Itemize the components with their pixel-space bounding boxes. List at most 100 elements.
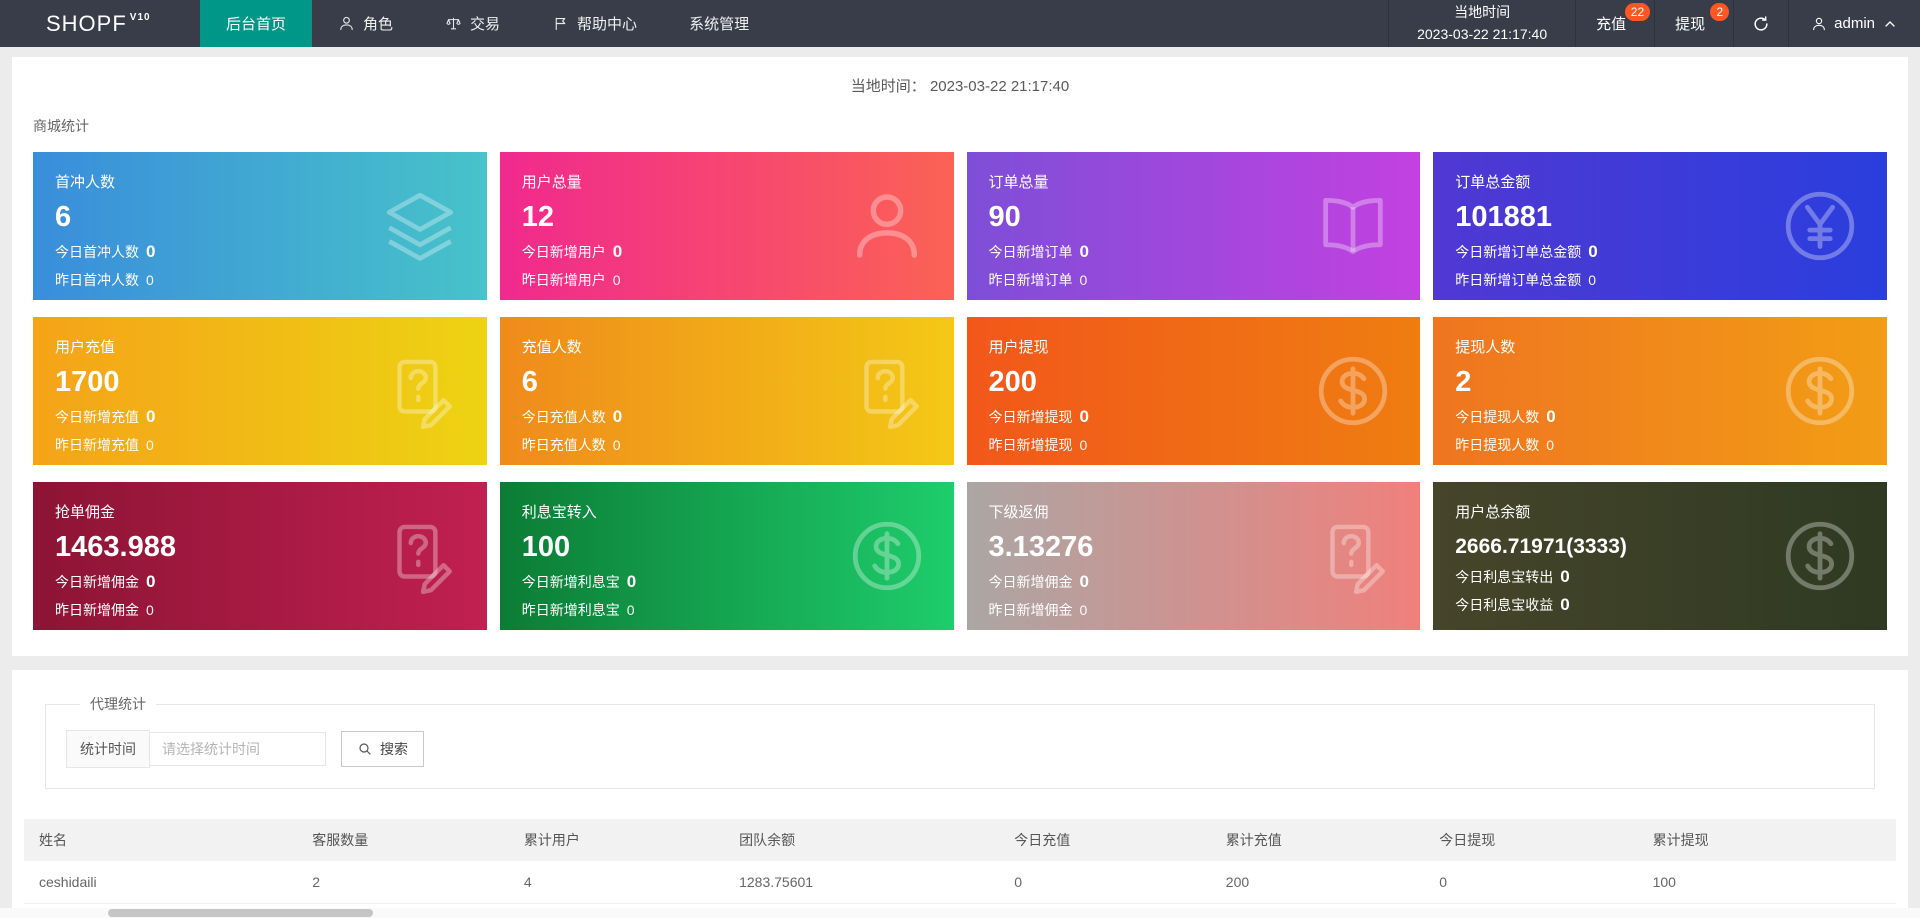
table-cell: 1283.75601	[724, 861, 1000, 904]
mall-stats-panel: 当地时间： 2023-03-22 21:17:40 商城统计 首冲人数 6 今日…	[12, 57, 1908, 656]
stat-card: 充值人数 6 今日充值人数 0 昨日充值人数 0	[499, 317, 954, 465]
refresh-icon	[1752, 15, 1770, 33]
stat-card-yesterday-line: 昨日新增用户 0	[521, 272, 621, 288]
stat-time-input[interactable]	[150, 732, 326, 766]
scales-icon	[445, 15, 462, 32]
table-cell: ceshidaili	[24, 861, 298, 904]
table-cell: 4	[508, 861, 725, 904]
time-bar-label: 当地时间：	[850, 78, 926, 95]
horizontal-scrollbar-thumb[interactable]	[108, 909, 373, 917]
nav-item-label: 系统管理	[689, 16, 750, 33]
stat-card: 下级返佣 3.13276 今日新增佣金 0 昨日新增佣金 0	[966, 482, 1421, 630]
stat-cards-grid: 首冲人数 6 今日首冲人数 0 昨日首冲人数 0 用户总量 12 今日新增用户 0 昨…	[12, 152, 1908, 656]
time-bar-value: 2023-03-22 21:17:40	[929, 78, 1070, 95]
edit-icon	[379, 350, 461, 432]
layers-icon	[379, 185, 461, 267]
horizontal-scrollbar[interactable]	[0, 908, 1920, 918]
table-cell: 0	[999, 861, 1211, 904]
agent-table-header-row: 姓名 客服数量 累计用户 团队余额 今日充值 累计充值 今日提现 累计提现	[24, 819, 1896, 861]
main-menu: 后台首页 角色 交易 帮助中心 系统管理	[200, 0, 775, 47]
chevron-up-icon	[1882, 16, 1898, 32]
column-header: 累计充值	[1210, 819, 1425, 861]
agent-stats-fieldset: 代理统计 统计时间 搜索	[45, 694, 1875, 789]
book-icon	[1312, 185, 1394, 267]
table-cell: 2	[297, 861, 509, 904]
dollar-icon	[1779, 515, 1861, 597]
mall-stats-title: 商城统计	[33, 118, 89, 134]
local-time-display: 当地时间 2023-03-22 21:17:40	[1388, 0, 1575, 47]
nav-item-label: 交易	[470, 16, 501, 33]
stat-card-yesterday-line: 昨日新增订单总金额 0	[1455, 272, 1597, 288]
edit-icon	[1312, 515, 1394, 597]
column-header: 团队余额	[724, 819, 1000, 861]
nav-item-system[interactable]: 系统管理	[663, 0, 775, 47]
navbar: SHOPF V10 后台首页 角色 交易 帮助中心 系统管理 当地时间 2023-…	[0, 0, 1920, 47]
stat-card-yesterday-line: 昨日充值人数 0	[521, 437, 621, 453]
agent-stats-panel: 代理统计 统计时间 搜索 姓名客服数量累计用户团队余额今日充值累计充值今日提现累…	[12, 670, 1908, 918]
table-cell: 200	[1210, 861, 1425, 904]
dollar-icon	[846, 515, 928, 597]
yen-icon	[1779, 185, 1861, 267]
agent-search-form: 统计时间 搜索	[66, 730, 1854, 768]
search-button-label: 搜索	[380, 741, 408, 757]
username: admin	[1834, 15, 1875, 32]
refresh-button[interactable]	[1733, 0, 1788, 47]
search-button[interactable]: 搜索	[341, 731, 424, 767]
column-header: 客服数量	[297, 819, 509, 861]
edit-icon	[846, 350, 928, 432]
stat-card-yesterday-line: 昨日新增佣金 0	[55, 602, 154, 618]
nav-item-trade[interactable]: 交易	[419, 0, 526, 47]
stat-card: 用户总余额 2666.71971(3333) 今日利息宝转出 0 今日利息宝收益 0	[1433, 482, 1887, 630]
stat-card-yesterday-line: 昨日首冲人数 0	[55, 272, 154, 288]
nav-item-home[interactable]: 后台首页	[200, 0, 313, 47]
user-menu[interactable]: admin	[1788, 0, 1920, 47]
stat-card-yesterday-line: 今日利息宝收益 0	[1455, 595, 1570, 614]
column-header: 今日提现	[1424, 819, 1638, 861]
column-header: 累计提现	[1637, 819, 1896, 861]
app-logo: SHOPF V10	[0, 0, 200, 47]
column-header: 今日充值	[999, 819, 1211, 861]
nav-item-label: 帮助中心	[577, 16, 638, 33]
column-header: 累计用户	[508, 819, 725, 861]
stat-card: 用户充值 1700 今日新增充值 0 昨日新增充值 0	[33, 317, 487, 465]
stat-card-yesterday-line: 昨日新增利息宝 0	[521, 602, 635, 618]
person-icon	[338, 15, 355, 32]
agent-table: 姓名 客服数量 累计用户 团队余额 今日充值 累计充值 今日提现 累计提现 ceshidail…	[24, 819, 1896, 918]
stat-card-yesterday-line: 昨日新增充值 0	[55, 437, 154, 453]
stat-time-label: 统计时间	[66, 730, 150, 768]
stat-card: 订单总量 90 今日新增订单 0 昨日新增订单 0	[966, 152, 1421, 300]
search-icon	[357, 741, 373, 757]
user-icon	[1811, 16, 1827, 32]
nav-item-label: 后台首页	[226, 16, 287, 33]
local-time-bar: 当地时间： 2023-03-22 21:17:40	[12, 57, 1908, 110]
table-row: ceshidaili 2 4 1283.75601 0 200 0 100	[24, 861, 1896, 904]
local-time-value: 2023-03-22 21:17:40	[1417, 25, 1548, 42]
withdraw-nav-label: 提现	[1675, 16, 1706, 33]
stat-card: 抢单佣金 1463.988 今日新增佣金 0 昨日新增佣金 0	[33, 482, 487, 630]
recharge-badge: 22	[1624, 3, 1651, 21]
stat-card: 订单总金额 101881 今日新增订单总金额 0 昨日新增订单总金额 0	[1433, 152, 1887, 300]
stat-card: 利息宝转入 100 今日新增利息宝 0 昨日新增利息宝 0	[499, 482, 954, 630]
stat-card-yesterday-line: 昨日新增提现 0	[988, 437, 1088, 453]
person-icon	[846, 185, 928, 267]
nav-item-help[interactable]: 帮助中心	[526, 0, 663, 47]
stat-card-yesterday-line: 昨日提现人数 0	[1455, 437, 1555, 453]
recharge-nav-button[interactable]: 充值 22	[1575, 0, 1654, 47]
app-logo-text: SHOPF	[46, 10, 127, 36]
flag-icon	[552, 15, 569, 32]
dollar-icon	[1312, 350, 1394, 432]
stat-card: 用户提现 200 今日新增提现 0 昨日新增提现 0	[966, 317, 1421, 465]
nav-item-label: 角色	[363, 16, 394, 33]
recharge-nav-label: 充值	[1596, 16, 1627, 33]
withdraw-nav-button[interactable]: 提现 2	[1654, 0, 1733, 47]
stat-card: 首冲人数 6 今日首冲人数 0 昨日首冲人数 0	[33, 152, 487, 300]
stat-card: 提现人数 2 今日提现人数 0 昨日提现人数 0	[1433, 317, 1887, 465]
nav-item-roles[interactable]: 角色	[312, 0, 419, 47]
column-header: 姓名	[24, 819, 298, 861]
navbar-right: 当地时间 2023-03-22 21:17:40 充值 22 提现 2 admi…	[1388, 0, 1920, 47]
edit-icon	[379, 515, 461, 597]
stat-card: 用户总量 12 今日新增用户 0 昨日新增用户 0	[499, 152, 954, 300]
app-logo-version: V10	[129, 12, 151, 23]
table-cell: 100	[1637, 861, 1896, 904]
local-time-label: 当地时间	[1454, 3, 1511, 20]
